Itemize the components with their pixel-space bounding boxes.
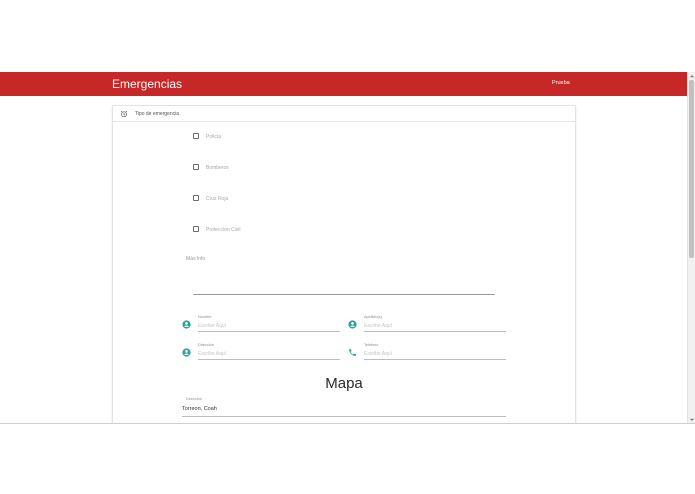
emergency-form-card: Tipo de emergencia Policía Bomberos Cruz…: [112, 105, 576, 423]
checkbox-box[interactable]: [193, 195, 199, 201]
mas-info-label: Más Info: [186, 256, 206, 262]
account-circle-icon: [348, 320, 357, 329]
user-name-link[interactable]: Prueba: [552, 80, 570, 86]
scroll-up-arrow-icon[interactable]: [688, 72, 695, 80]
telefono-label: Telefono: [364, 343, 379, 347]
direccion-label: Dirección: [198, 343, 214, 347]
account-circle-icon: [182, 320, 191, 329]
nombre-label: Nombre: [198, 315, 212, 319]
nombre-input[interactable]: [198, 321, 340, 332]
checkbox-box[interactable]: [193, 133, 199, 139]
apellidos-label: Apellido(s): [364, 315, 382, 319]
card-header-label: Tipo de emergencia: [135, 111, 180, 117]
phone-icon: [349, 349, 356, 356]
telefono-input[interactable]: [364, 349, 506, 360]
direccion-input[interactable]: [198, 349, 340, 360]
card-header-tipo-emergencia[interactable]: Tipo de emergencia: [113, 106, 575, 122]
alarm-clock-icon: [120, 110, 128, 118]
mapa-direccion-label: Dirección: [186, 397, 202, 401]
scroll-down-arrow-icon[interactable]: [688, 416, 695, 424]
account-circle-icon: [182, 348, 191, 357]
vertical-scrollbar[interactable]: [687, 72, 695, 424]
checkbox-box[interactable]: [193, 164, 199, 170]
checkbox-label: Cruz Roja: [206, 196, 229, 202]
checkbox-label: Policía: [206, 134, 222, 140]
apellidos-input[interactable]: [364, 321, 506, 332]
app-bar: Emergencias Prueba: [0, 72, 687, 96]
checkbox-label: Bomberos: [206, 165, 229, 171]
browser-viewport: Emergencias Prueba Tipo de emergencia Po…: [0, 72, 695, 424]
checkbox-box[interactable]: [193, 226, 199, 232]
app-title: Emergencias: [112, 77, 183, 91]
mas-info-textarea[interactable]: [193, 266, 495, 295]
mapa-direccion-input[interactable]: Torreon, Coah: [182, 404, 506, 417]
scrollbar-thumb[interactable]: [689, 80, 694, 258]
mapa-heading: Mapa: [325, 375, 363, 392]
checkbox-label: Proteccion Civil: [206, 227, 241, 233]
